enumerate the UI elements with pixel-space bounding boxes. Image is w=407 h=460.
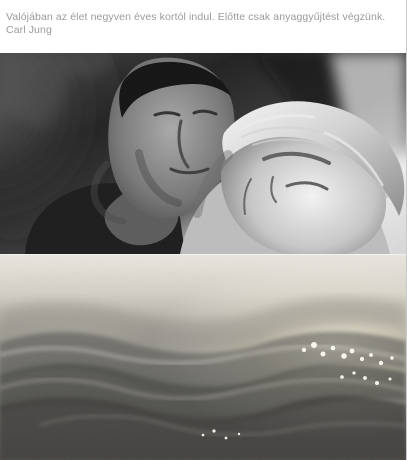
quote-text: Valójában az élet negyven éves kortól in…	[6, 11, 386, 23]
quote-caption: Valójában az élet negyven éves kortól in…	[6, 11, 398, 37]
image-post-frame: Valójában az élet negyven éves kortól in…	[0, 0, 407, 460]
quote-author: Carl Jung	[6, 24, 52, 36]
water-photo-icon	[0, 255, 406, 460]
couple-photo-icon	[0, 53, 406, 254]
couple-photo	[0, 53, 406, 254]
water-photo	[0, 255, 406, 460]
